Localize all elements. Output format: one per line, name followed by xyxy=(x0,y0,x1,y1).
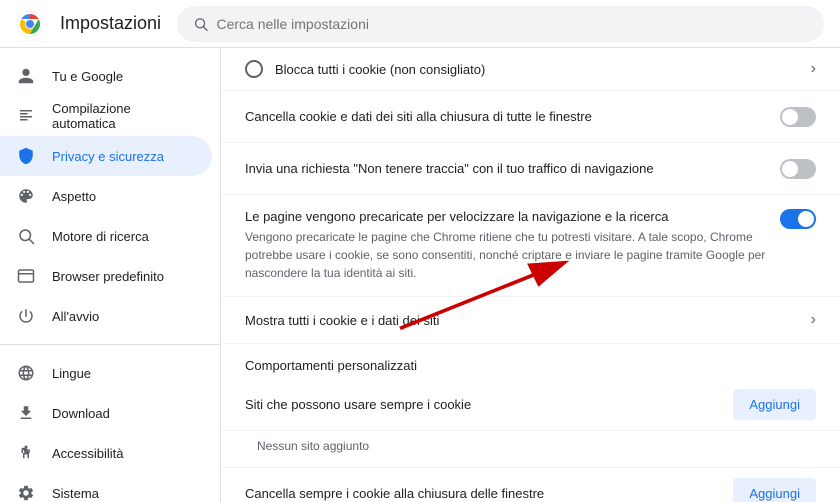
sidebar-label: Tu e Google xyxy=(52,69,123,84)
sidebar-label: Aspetto xyxy=(52,189,96,204)
precaricamento-section: Le pagine vengono precaricate per veloci… xyxy=(221,195,840,297)
download-icon xyxy=(16,403,36,423)
globe-icon xyxy=(16,363,36,383)
mostra-cookie-row[interactable]: Mostra tutti i cookie e i dati dei siti … xyxy=(221,297,840,344)
chevron-right-icon: › xyxy=(811,311,816,329)
siti-cookie-subsection: Siti che possono usare sempre i cookie A… xyxy=(221,379,840,431)
sidebar-item-accessibilita[interactable]: Accessibilità xyxy=(0,433,212,473)
search-icon xyxy=(16,226,36,246)
radio-label: Blocca tutti i cookie (non consigliato) xyxy=(275,62,799,77)
content-wrapper: Blocca tutti i cookie (non consigliato) … xyxy=(220,48,840,502)
precaricamento-toggle[interactable] xyxy=(780,209,816,229)
settings-icon xyxy=(16,483,36,502)
sidebar: Tu e Google Compilazione automatica Priv… xyxy=(0,48,220,502)
palette-icon xyxy=(16,186,36,206)
sidebar-label: Sistema xyxy=(52,486,99,501)
chevron-down-icon: › xyxy=(811,60,816,78)
sidebar-item-allavvio[interactable]: All'avvio xyxy=(0,296,212,336)
person-icon xyxy=(16,66,36,86)
divider xyxy=(0,344,220,345)
aggiungi-cancella-button[interactable]: Aggiungi xyxy=(733,478,816,502)
accessibility-icon xyxy=(16,443,36,463)
page-title: Impostazioni xyxy=(60,13,161,34)
subsection-label: Cancella sempre i cookie alla chiusura d… xyxy=(245,486,733,501)
sidebar-label: Motore di ricerca xyxy=(52,229,149,244)
header: Impostazioni xyxy=(0,0,840,48)
desc-sub: Vengono precaricate le pagine che Chrome… xyxy=(245,228,768,282)
cancella-cookie-toggle[interactable] xyxy=(780,107,816,127)
sidebar-item-sistema[interactable]: Sistema xyxy=(0,473,212,502)
shield-icon xyxy=(16,146,36,166)
non-traccia-row: Invia una richiesta "Non tenere traccia"… xyxy=(221,143,840,195)
sidebar-item-download[interactable]: Download xyxy=(0,393,212,433)
form-icon xyxy=(16,106,36,126)
power-icon xyxy=(16,306,36,326)
sidebar-item-lingue[interactable]: Lingue xyxy=(0,353,212,393)
search-input[interactable] xyxy=(216,16,808,32)
empty-text: Nessun sito aggiunto xyxy=(221,431,840,468)
sidebar-item-browser[interactable]: Browser predefinito xyxy=(0,256,212,296)
cancella-cookie-row: Cancella cookie e dati dei siti alla chi… xyxy=(221,91,840,143)
search-bar[interactable] xyxy=(177,6,824,42)
search-icon xyxy=(193,16,208,32)
comportamenti-header: Comportamenti personalizzati xyxy=(221,344,840,379)
aggiungi-siti-button[interactable]: Aggiungi xyxy=(733,389,816,420)
row-label: Cancella cookie e dati dei siti alla chi… xyxy=(245,109,780,124)
sidebar-label: Compilazione automatica xyxy=(52,101,196,131)
sidebar-label: Lingue xyxy=(52,366,91,381)
settings-content: Blocca tutti i cookie (non consigliato) … xyxy=(220,48,840,502)
chrome-logo xyxy=(16,10,44,38)
link-label: Mostra tutti i cookie e i dati dei siti xyxy=(245,313,811,328)
sidebar-label: Accessibilità xyxy=(52,446,124,461)
sidebar-label: Browser predefinito xyxy=(52,269,164,284)
sidebar-item-aspetto[interactable]: Aspetto xyxy=(0,176,212,216)
sidebar-label: Privacy e sicurezza xyxy=(52,149,164,164)
browser-icon xyxy=(16,266,36,286)
non-traccia-toggle[interactable] xyxy=(780,159,816,179)
cancella-chiusura-subsection: Cancella sempre i cookie alla chiusura d… xyxy=(221,468,840,502)
sidebar-item-privacy[interactable]: Privacy e sicurezza xyxy=(0,136,212,176)
main-layout: Tu e Google Compilazione automatica Priv… xyxy=(0,48,840,502)
desc-text: Le pagine vengono precaricate per veloci… xyxy=(245,209,768,282)
radio-button[interactable] xyxy=(245,60,263,78)
sidebar-item-tu-e-google[interactable]: Tu e Google xyxy=(0,56,212,96)
sidebar-label: All'avvio xyxy=(52,309,99,324)
blocca-cookie-row[interactable]: Blocca tutti i cookie (non consigliato) … xyxy=(221,48,840,91)
subsection-label: Siti che possono usare sempre i cookie xyxy=(245,397,733,412)
sidebar-item-compilazione[interactable]: Compilazione automatica xyxy=(0,96,212,136)
sidebar-item-motore[interactable]: Motore di ricerca xyxy=(0,216,212,256)
sidebar-label: Download xyxy=(52,406,110,421)
row-label: Invia una richiesta "Non tenere traccia"… xyxy=(245,161,780,176)
desc-title: Le pagine vengono precaricate per veloci… xyxy=(245,209,768,224)
